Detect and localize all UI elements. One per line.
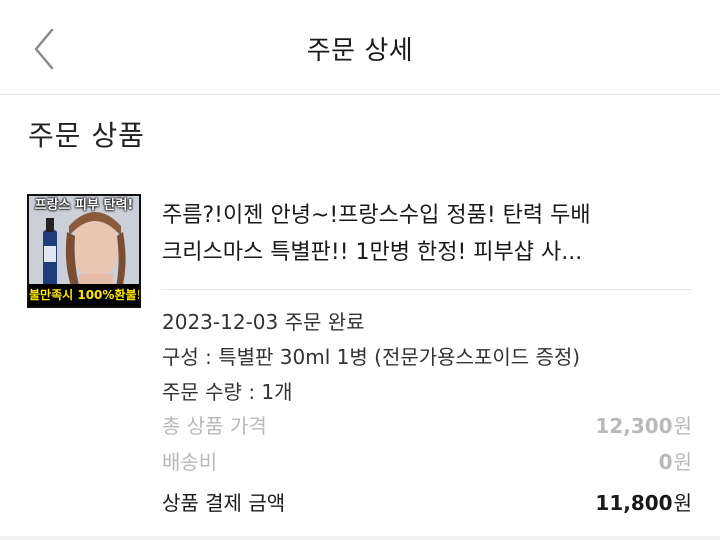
top-app-bar: 주문 상세 — [0, 0, 720, 95]
product-name-line-1: 주름?!이젠 안녕~!프랑스수입 정품! 탄력 두배 — [162, 203, 591, 228]
total-price-row: 총 상품 가격 12,300원 — [162, 410, 692, 440]
payment-amount-label: 상품 결제 금액 — [162, 491, 286, 515]
total-price-value: 12,300원 — [595, 414, 692, 438]
product-name[interactable]: 주름?!이젠 안녕~!프랑스수입 정품! 탄력 두배 크리스마스 특별판!! 1… — [162, 197, 696, 271]
total-price-label: 총 상품 가격 — [162, 414, 267, 438]
shipping-fee-row: 배송비 0원 — [162, 446, 692, 476]
product-option: 구성 : 특별판 30ml 1병 (전문가용스포이드 증정) — [162, 345, 581, 369]
payment-amount-row: 상품 결제 금액 11,800원 — [162, 487, 692, 517]
section-separator — [0, 536, 720, 540]
page-title: 주문 상세 — [306, 36, 414, 66]
thumbnail-banner-top: 프랑스 피부 탄력! — [34, 198, 134, 213]
order-status: 2023-12-03 주문 완료 — [162, 310, 365, 334]
shipping-fee-value: 0원 — [658, 450, 692, 474]
thumbnail-banner-bottom: 불만족시 100%환불! — [29, 284, 139, 306]
payment-amount-value: 11,800원 — [595, 491, 692, 515]
order-quantity: 주문 수량 : 1개 — [162, 380, 293, 404]
shipping-fee-label: 배송비 — [162, 450, 218, 474]
product-name-line-2: 크리스마스 특별판!! 1만병 한정! 피부샵 사... — [162, 240, 583, 265]
product-thumbnail[interactable]: 프랑스 피부 탄력! 불만족시 100%환불! — [27, 194, 141, 308]
section-title: 주문 상품 — [28, 119, 145, 152]
divider — [162, 289, 692, 290]
